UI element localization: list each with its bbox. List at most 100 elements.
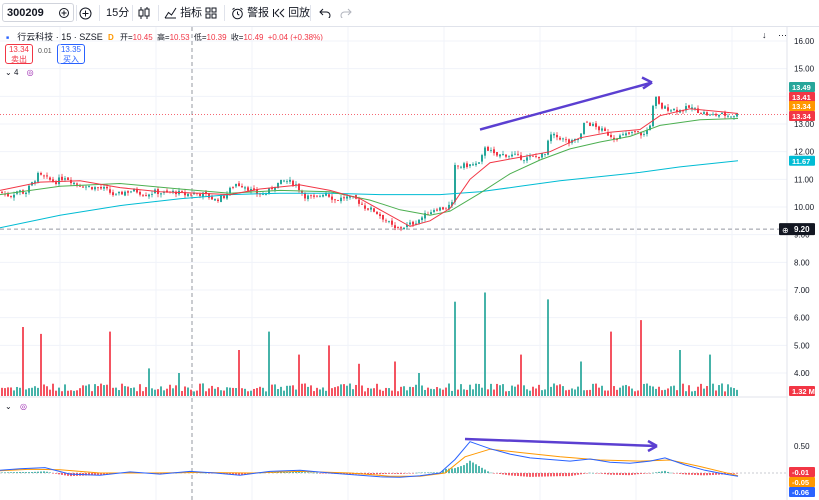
candle-body: [280, 179, 282, 184]
volume-bar: [493, 389, 495, 396]
volume-bar: [241, 388, 243, 396]
volume-bar: [217, 387, 219, 396]
candle-body: [67, 177, 69, 180]
volume-bar: [622, 385, 624, 396]
macd-histogram-bar: [238, 473, 240, 475]
candle-body: [19, 190, 21, 192]
macd-histogram-bar: [259, 472, 261, 474]
price-tick-label: 13.00: [794, 120, 815, 129]
moving-averages: [0, 108, 739, 229]
interval-button[interactable]: 15分: [106, 0, 129, 26]
volume-bar: [82, 385, 84, 396]
candle-body: [262, 193, 264, 195]
candle-body: [304, 193, 306, 199]
volume-bar: [226, 387, 228, 396]
volume-bar: [418, 373, 420, 396]
volume-bar: [637, 390, 639, 396]
price-chart[interactable]: 16.00 15.00 14.00 13.00 12.00 11.00 10.00 9.00 8…: [0, 0, 819, 500]
candle-body: [661, 102, 663, 109]
buy-button[interactable]: 13.35 买入: [57, 44, 85, 64]
volume-bar: [193, 391, 195, 396]
macd-pane-header[interactable]: ⌄ ◎: [5, 402, 27, 411]
macd-histogram-bar: [535, 473, 537, 477]
candle-body: [133, 188, 135, 192]
macd-histogram-bar: [1, 472, 3, 473]
volume-bar: [586, 390, 588, 396]
macd-histogram-bar: [475, 464, 477, 473]
candle-body: [385, 220, 387, 222]
volume-bar: [175, 385, 177, 396]
volume-bar: [157, 389, 159, 396]
price-tick-label: 15.00: [794, 65, 815, 74]
candle-body: [76, 183, 78, 185]
macd-histogram-bar: [355, 473, 357, 475]
macd-histogram-bar: [688, 473, 690, 475]
download-icon[interactable]: ↓: [762, 30, 767, 40]
volume-bar: [421, 385, 423, 396]
candle-body: [334, 199, 336, 201]
macd-histogram-bar: [76, 473, 78, 476]
macd-histogram-bar: [136, 472, 138, 473]
volume-bar: [640, 320, 642, 396]
candle-body: [724, 111, 726, 116]
candle-body: [268, 188, 270, 194]
candle-body: [406, 224, 408, 228]
indicators-button[interactable]: 指标: [164, 0, 202, 26]
volume-bar: [448, 383, 450, 396]
volume-bar: [232, 387, 234, 396]
macd-histogram-bar: [604, 473, 606, 475]
add-symbol-icon[interactable]: [79, 0, 93, 26]
volume-bar: [91, 391, 93, 396]
alerts-button[interactable]: 警报: [231, 0, 269, 26]
volume-bar: [358, 363, 360, 396]
macd-histogram-bar: [16, 472, 18, 473]
macd-histogram-bar: [637, 473, 639, 475]
candle-body: [451, 202, 453, 206]
price-badge: 13.34: [792, 102, 812, 111]
candle-body: [382, 214, 384, 220]
macd-histogram-bar: [286, 472, 288, 473]
candle-body: [703, 112, 705, 114]
macd-histogram-bar: [295, 472, 297, 473]
indicator-settings-icon[interactable]: ◎: [27, 68, 34, 77]
layout-grid-icon[interactable]: [205, 0, 219, 26]
macd-histogram-bar: [415, 472, 417, 474]
candle-body: [310, 195, 312, 197]
macd-histogram-bar: [427, 472, 429, 473]
macd-histogram-bar: [97, 473, 99, 476]
macd-histogram-bar: [733, 473, 735, 474]
price-badge-bg: [789, 82, 815, 92]
replay-button[interactable]: 回放: [272, 0, 310, 26]
candle-body: [568, 139, 570, 144]
sell-button[interactable]: 13.34 卖出: [5, 44, 33, 64]
volume-bar: [151, 388, 153, 396]
candle-body: [40, 173, 42, 175]
macd-histogram-bar: [142, 472, 144, 474]
candle-body: [565, 139, 567, 141]
macd-settings-icon[interactable]: ◎: [20, 402, 27, 411]
replay-icon: [273, 8, 285, 18]
candle-body: [256, 189, 258, 195]
redo-icon[interactable]: [340, 0, 354, 26]
volume-bar: [343, 384, 345, 396]
volume-bar: [670, 386, 672, 396]
undo-icon[interactable]: [319, 0, 333, 26]
candle-body: [301, 190, 303, 193]
crosshair-badge-bg: [779, 223, 815, 236]
macd-histogram-bar: [265, 472, 267, 473]
symbol-title[interactable]: 行云科技 · 15 · SZSE: [17, 32, 103, 42]
candle-style-icon[interactable]: [138, 0, 152, 26]
compare-icon[interactable]: [58, 0, 72, 26]
price-tick-label: 9.00: [794, 231, 810, 240]
volume-bar: [409, 386, 411, 396]
volume-bar: [130, 388, 132, 396]
volume-bar: [553, 383, 555, 396]
macd-histogram-bar: [112, 473, 114, 474]
macd-panel: [0, 441, 739, 478]
volume-bar: [298, 354, 300, 396]
more-menu-icon[interactable]: ⋯: [778, 30, 787, 41]
macd-histogram-bar: [493, 473, 495, 474]
volume-bar: [364, 391, 366, 396]
candle-body: [370, 207, 372, 210]
indicators-collapse[interactable]: ⌄ 4 ◎: [5, 68, 34, 77]
